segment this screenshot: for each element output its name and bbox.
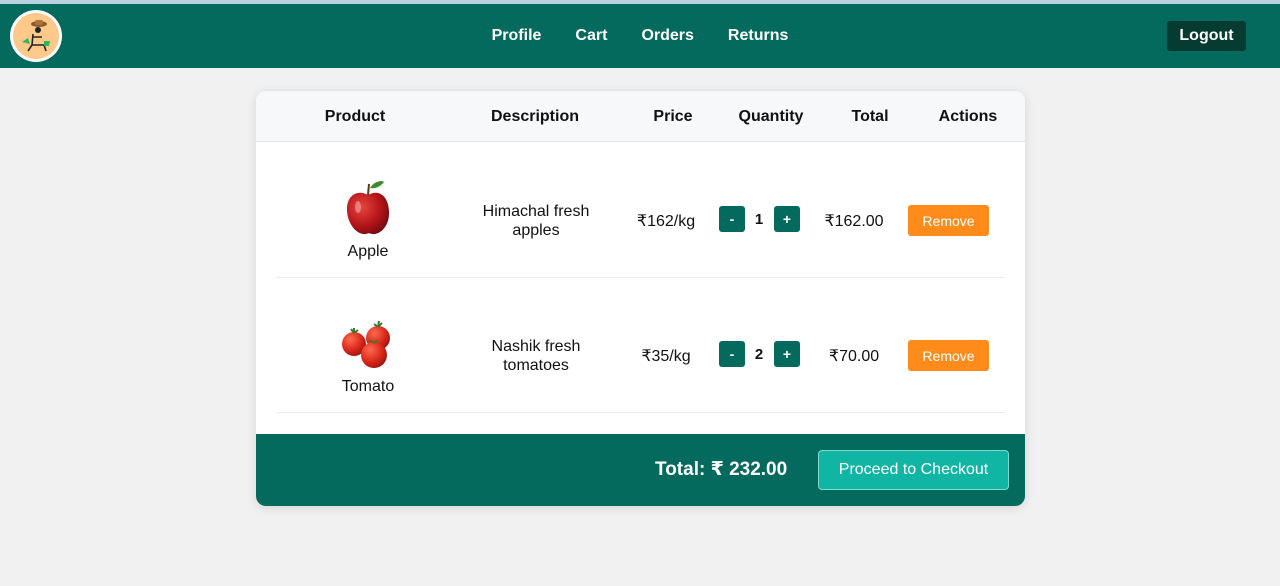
product-description: Nashik fresh tomatoes — [491, 338, 581, 374]
table-row: Apple Himachal fresh apples ₹162/kg - 1 … — [276, 143, 1005, 278]
product-description: Himachal fresh apples — [482, 203, 590, 239]
decrease-qty-button[interactable]: - — [719, 206, 745, 232]
table-row: Tomato Nashik fresh tomatoes ₹35/kg - 2 … — [276, 278, 1005, 413]
logout-button[interactable]: Logout — [1167, 21, 1246, 51]
product-name: Apple — [347, 243, 389, 260]
apple-image — [344, 179, 392, 237]
nav-orders[interactable]: Orders — [624, 27, 710, 45]
navbar: Profile Cart Orders Returns Logout — [0, 4, 1280, 68]
product-price: ₹162/kg — [636, 213, 696, 230]
row-total: ₹162.00 — [824, 213, 884, 230]
quantity-value: 2 — [754, 346, 764, 363]
increase-qty-button[interactable]: + — [774, 341, 800, 367]
checkout-button[interactable]: Proceed to Checkout — [818, 450, 1009, 490]
product-name: Tomato — [341, 378, 395, 395]
header-actions: Actions — [938, 108, 998, 125]
nav-profile[interactable]: Profile — [475, 27, 559, 45]
increase-qty-button[interactable]: + — [774, 206, 800, 232]
quantity-value: 1 — [754, 211, 764, 228]
table-header: Product Description Price Quantity Total… — [256, 91, 1025, 142]
cart-total: Total: ₹ 232.00 — [655, 459, 788, 480]
header-price: Price — [653, 108, 693, 125]
header-quantity: Quantity — [738, 108, 804, 125]
remove-button[interactable]: Remove — [908, 340, 989, 371]
header-total: Total — [851, 108, 889, 125]
header-description: Description — [490, 108, 579, 125]
product-price: ₹35/kg — [641, 348, 691, 365]
decrease-qty-button[interactable]: - — [719, 341, 745, 367]
nav-returns[interactable]: Returns — [711, 27, 805, 45]
remove-button[interactable]: Remove — [908, 205, 989, 236]
nav-links: Profile Cart Orders Returns — [0, 4, 1280, 68]
tomato-image — [340, 320, 396, 370]
nav-cart[interactable]: Cart — [558, 27, 624, 45]
row-total: ₹70.00 — [828, 348, 880, 365]
cart-footer: Total: ₹ 232.00 Proceed to Checkout — [256, 434, 1025, 506]
header-product: Product — [324, 108, 386, 125]
cart-card: Product Description Price Quantity Total… — [256, 91, 1025, 506]
